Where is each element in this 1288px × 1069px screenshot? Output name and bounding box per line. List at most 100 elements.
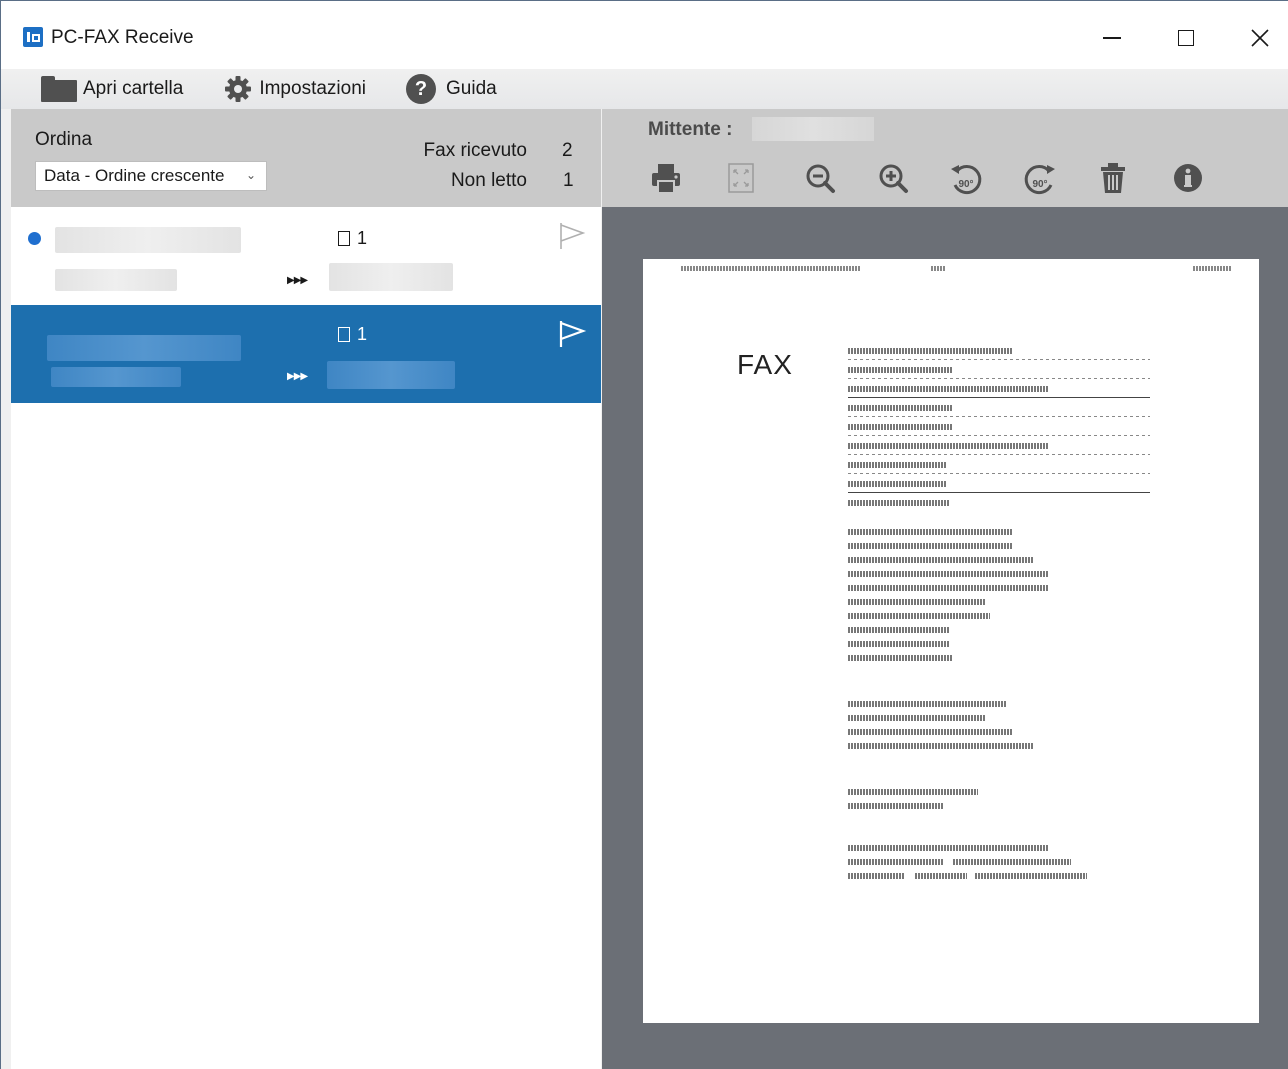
unread-label: Non letto bbox=[450, 170, 527, 191]
help-button[interactable]: ? Guida bbox=[406, 74, 497, 104]
zoom-out-button[interactable] bbox=[801, 159, 839, 197]
fax-text-line bbox=[848, 585, 1048, 591]
fax-text-line bbox=[848, 641, 950, 647]
sort-dropdown[interactable]: Data - Ordine crescente ⌄ bbox=[35, 161, 267, 191]
fax-text-line bbox=[953, 859, 1071, 865]
rotate-right-label: 90° bbox=[1032, 179, 1047, 190]
date-redacted bbox=[55, 269, 177, 291]
page-count: 1 bbox=[357, 324, 368, 344]
delete-button[interactable] bbox=[1094, 159, 1132, 197]
zoom-in-icon bbox=[879, 164, 908, 193]
print-button[interactable] bbox=[647, 159, 685, 197]
fax-text-line bbox=[848, 500, 950, 506]
flag-icon[interactable] bbox=[557, 221, 587, 251]
fax-text-line bbox=[848, 803, 944, 809]
fit-page-icon bbox=[728, 163, 754, 193]
unread-indicator-icon bbox=[28, 232, 41, 245]
fax-viewer-pane: Mittente : 90° 90° FAX bbox=[602, 109, 1288, 1069]
fax-text-line bbox=[848, 571, 1048, 577]
rotate-left-label: 90° bbox=[958, 179, 973, 190]
arrows-icon: ▶▶▶ bbox=[287, 371, 308, 382]
settings-label: Impostazioni bbox=[259, 78, 366, 99]
maximize-button[interactable] bbox=[1163, 21, 1209, 55]
sort-header: Ordina Data - Ordine crescente ⌄ Fax ric… bbox=[11, 109, 601, 207]
number-redacted bbox=[327, 361, 455, 389]
page-icon bbox=[338, 327, 350, 342]
zoom-out-icon bbox=[806, 164, 835, 193]
fax-rule bbox=[848, 454, 1150, 455]
folder-icon bbox=[41, 76, 77, 102]
received-label: Fax ricevuto bbox=[423, 140, 527, 161]
pc-fax-receive-window: PC-FAX Receive Apri cartella Impostazion… bbox=[0, 0, 1288, 1069]
gear-icon bbox=[225, 76, 252, 102]
fax-text-line bbox=[848, 701, 1006, 707]
info-icon bbox=[1174, 164, 1202, 192]
fax-list-item[interactable]: 1 ▶▶▶ bbox=[11, 305, 601, 403]
arrows-icon: ▶▶▶ bbox=[287, 275, 308, 286]
zoom-in-button[interactable] bbox=[874, 159, 912, 197]
fax-text-line bbox=[848, 743, 1034, 749]
fax-text-line bbox=[848, 873, 904, 879]
rotate-right-button[interactable]: 90° bbox=[1021, 159, 1059, 197]
fax-text-line bbox=[848, 599, 986, 605]
fax-text-line bbox=[848, 655, 952, 661]
page-count: 1 bbox=[357, 228, 368, 248]
fax-rule bbox=[848, 435, 1150, 436]
fax-text-line bbox=[848, 557, 1034, 563]
fax-text-line bbox=[848, 443, 1048, 449]
fax-text-line bbox=[848, 543, 1012, 549]
fax-text-line bbox=[848, 789, 978, 795]
fit-page-button[interactable] bbox=[722, 159, 760, 197]
fax-text-line bbox=[848, 529, 1012, 535]
delete-icon bbox=[1101, 163, 1125, 193]
fax-header-text bbox=[681, 266, 861, 271]
fax-document-title: FAX bbox=[737, 349, 793, 380]
fax-rule bbox=[848, 378, 1150, 379]
fax-rule bbox=[848, 416, 1150, 417]
fax-text-line bbox=[848, 715, 986, 721]
rotate-left-button[interactable]: 90° bbox=[947, 159, 985, 197]
flag-icon[interactable] bbox=[557, 319, 587, 349]
print-icon bbox=[652, 164, 680, 194]
minimize-button[interactable] bbox=[1089, 21, 1135, 55]
fax-text-line bbox=[848, 367, 952, 373]
app-icon bbox=[23, 27, 43, 47]
date-redacted bbox=[51, 367, 181, 387]
sender-name-redacted bbox=[55, 227, 241, 253]
help-icon: ? bbox=[406, 74, 436, 104]
menu-bar: Apri cartella Impostazioni ? Guida bbox=[1, 69, 1288, 109]
fax-header-text bbox=[1193, 266, 1231, 271]
fax-text-line bbox=[848, 859, 944, 865]
sender-label: Mittente : bbox=[648, 119, 733, 140]
rotate-right-icon: 90° bbox=[1024, 165, 1055, 195]
minimize-icon bbox=[1103, 37, 1121, 39]
fax-page-preview: FAX bbox=[643, 259, 1259, 1023]
fax-text-line bbox=[848, 386, 1048, 392]
fax-text-line bbox=[848, 424, 952, 430]
fax-text-line bbox=[848, 348, 1012, 354]
fax-list-item[interactable]: 1 ▶▶▶ bbox=[11, 207, 601, 305]
fax-rule bbox=[848, 397, 1150, 398]
settings-button[interactable]: Impostazioni bbox=[223, 74, 366, 104]
received-count: 2 bbox=[562, 140, 573, 161]
fax-text-line bbox=[848, 613, 990, 619]
page-icon bbox=[338, 231, 350, 246]
fax-text-line bbox=[848, 729, 1012, 735]
window-title: PC-FAX Receive bbox=[51, 27, 194, 48]
unread-count: 1 bbox=[563, 170, 574, 191]
fax-rule bbox=[848, 492, 1150, 493]
fax-rule bbox=[848, 473, 1150, 474]
open-folder-button[interactable]: Apri cartella bbox=[41, 76, 183, 102]
close-icon bbox=[1251, 29, 1269, 47]
sort-dropdown-value: Data - Ordine crescente bbox=[44, 166, 225, 185]
maximize-icon bbox=[1178, 30, 1194, 46]
fax-text-line bbox=[848, 462, 946, 468]
chevron-down-icon: ⌄ bbox=[245, 168, 256, 182]
fax-header-text bbox=[931, 266, 945, 271]
help-label: Guida bbox=[446, 78, 497, 99]
sender-value-redacted bbox=[752, 117, 874, 141]
info-button[interactable] bbox=[1169, 159, 1207, 197]
fax-text-line bbox=[848, 845, 1048, 851]
close-button[interactable] bbox=[1237, 21, 1283, 55]
fax-text-line bbox=[848, 405, 952, 411]
